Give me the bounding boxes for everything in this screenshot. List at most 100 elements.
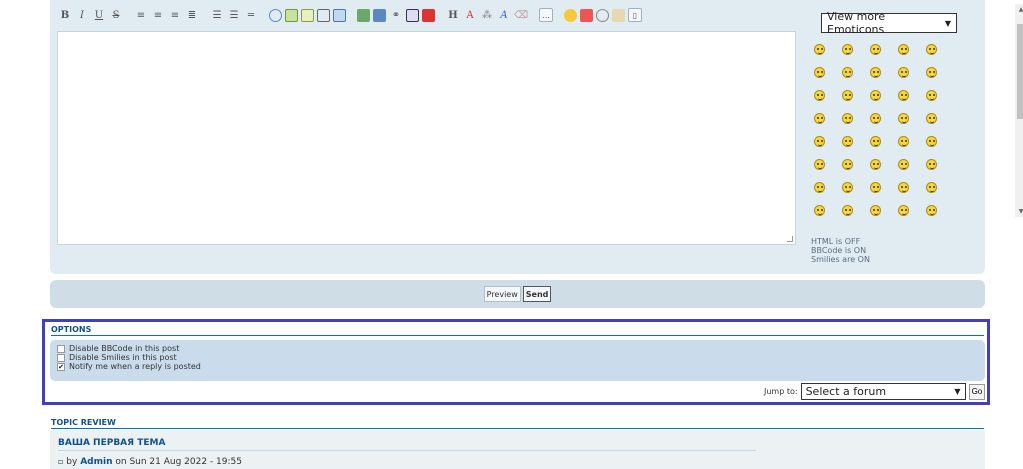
post-title[interactable]: ВАША ПЕРВАЯ ТЕМА bbox=[58, 438, 165, 448]
smiley-icon[interactable] bbox=[926, 90, 937, 101]
post-divider bbox=[58, 450, 756, 451]
by-label: by bbox=[66, 457, 78, 467]
notify-checkbox[interactable]: ✔ bbox=[57, 362, 65, 371]
option-notify[interactable]: ✔ Notify me when a reply is posted bbox=[57, 362, 985, 371]
strike-icon[interactable]: S bbox=[109, 8, 123, 22]
source-icon[interactable]: ▯ bbox=[628, 8, 642, 22]
smiley-icon[interactable] bbox=[870, 159, 881, 170]
table-icon[interactable] bbox=[333, 8, 346, 22]
preview-button[interactable]: Preview bbox=[483, 286, 521, 302]
disable-bbcode-checkbox[interactable] bbox=[57, 344, 65, 353]
clear-icon[interactable]: ⌫ bbox=[514, 8, 528, 22]
smiley-icon[interactable] bbox=[870, 182, 881, 193]
heading-icon[interactable]: H bbox=[446, 8, 460, 22]
post-meta: ▫ by Admin on Sun 21 Aug 2022 - 19:55 bbox=[58, 457, 242, 467]
number-list-icon[interactable]: ☰ bbox=[227, 8, 241, 22]
bbcode-status: BBCode is ON bbox=[811, 246, 867, 255]
smiley-icon[interactable] bbox=[898, 44, 909, 55]
editor-status: HTML is OFF BBCode is ON Smilies are ON bbox=[811, 237, 870, 264]
align-right-icon[interactable]: ≡ bbox=[168, 8, 182, 22]
smiley-icon[interactable] bbox=[870, 67, 881, 78]
link-icon[interactable]: ⚭ bbox=[389, 8, 403, 22]
align-center-icon[interactable]: ≡ bbox=[151, 8, 165, 22]
align-left-icon[interactable]: ≡ bbox=[134, 8, 148, 22]
spoiler-icon[interactable] bbox=[301, 8, 314, 22]
smiley-icon[interactable] bbox=[814, 113, 825, 124]
smiley-icon[interactable] bbox=[814, 90, 825, 101]
smiley-icon[interactable] bbox=[898, 113, 909, 124]
smiley-icon[interactable] bbox=[926, 44, 937, 55]
hide-icon[interactable] bbox=[317, 8, 330, 22]
smiley-icon[interactable] bbox=[898, 159, 909, 170]
message-textarea[interactable] bbox=[57, 31, 796, 245]
smiley-icon[interactable] bbox=[926, 182, 937, 193]
smiley-icon[interactable] bbox=[870, 205, 881, 216]
smiley-icon[interactable] bbox=[870, 113, 881, 124]
smiley-icon[interactable] bbox=[926, 159, 937, 170]
smiley-icon[interactable] bbox=[814, 159, 825, 170]
smiley-icon[interactable] bbox=[814, 182, 825, 193]
embed-icon[interactable] bbox=[406, 8, 419, 22]
more-icon[interactable]: … bbox=[539, 8, 553, 22]
copy-icon[interactable] bbox=[612, 8, 625, 22]
smiley-icon[interactable] bbox=[842, 136, 853, 147]
smiley-icon[interactable] bbox=[814, 44, 825, 55]
smiley-icon[interactable] bbox=[564, 8, 577, 22]
highlight-icon[interactable]: ⁂ bbox=[480, 8, 494, 22]
smiley-icon[interactable] bbox=[870, 90, 881, 101]
justify-icon[interactable]: ≣ bbox=[185, 8, 199, 22]
smiley-icon[interactable] bbox=[898, 90, 909, 101]
smiley-icon[interactable] bbox=[842, 113, 853, 124]
smiley-icon[interactable] bbox=[926, 136, 937, 147]
smiley-icon[interactable] bbox=[842, 90, 853, 101]
option-disable-bbcode[interactable]: Disable BBCode in this post bbox=[57, 344, 985, 353]
smiley-icon[interactable] bbox=[814, 136, 825, 147]
smiley-icon[interactable] bbox=[842, 44, 853, 55]
smiley-icon[interactable] bbox=[898, 182, 909, 193]
smiley-icon[interactable] bbox=[870, 44, 881, 55]
author-link[interactable]: Admin bbox=[80, 457, 112, 467]
color-icon[interactable]: A bbox=[463, 8, 477, 22]
smiley-icon[interactable] bbox=[814, 67, 825, 78]
scroll-thumb[interactable] bbox=[1017, 24, 1023, 119]
code-icon[interactable] bbox=[285, 8, 298, 22]
smiley-icon[interactable] bbox=[926, 205, 937, 216]
scroll-up-icon[interactable]: ▲ bbox=[1015, 6, 1023, 13]
smiley-icon[interactable] bbox=[842, 67, 853, 78]
italic-icon[interactable]: I bbox=[75, 8, 89, 22]
date-icon[interactable] bbox=[580, 8, 593, 22]
smiley-icon[interactable] bbox=[842, 159, 853, 170]
chevron-down-icon: ▼ bbox=[954, 387, 961, 396]
smiley-icon[interactable] bbox=[926, 113, 937, 124]
upload-icon[interactable] bbox=[373, 8, 386, 22]
emoticons-scrollbar[interactable]: ▲ ▼ bbox=[1015, 4, 1023, 217]
resize-handle[interactable] bbox=[787, 236, 793, 242]
smiley-icon[interactable] bbox=[814, 205, 825, 216]
image-icon[interactable] bbox=[357, 8, 370, 22]
scroll-down-icon[interactable]: ▼ bbox=[1015, 208, 1023, 215]
smiley-icon[interactable] bbox=[842, 205, 853, 216]
smiley-icon[interactable] bbox=[926, 67, 937, 78]
smiley-icon[interactable] bbox=[870, 136, 881, 147]
disable-smilies-checkbox[interactable] bbox=[57, 353, 65, 362]
emoticons-select[interactable]: View more Emoticons ▼ bbox=[821, 10, 957, 36]
option-disable-smilies[interactable]: Disable Smilies in this post bbox=[57, 353, 985, 362]
quote-icon[interactable] bbox=[269, 8, 282, 22]
send-button[interactable]: Send bbox=[522, 286, 552, 302]
underline-icon[interactable]: U bbox=[92, 8, 106, 22]
forum-select[interactable]: Select a forum ▼ bbox=[800, 383, 966, 400]
smiley-icon[interactable] bbox=[898, 136, 909, 147]
hr-icon[interactable]: ═ bbox=[244, 8, 258, 22]
youtube-icon[interactable] bbox=[422, 8, 435, 22]
bold-icon[interactable]: B bbox=[58, 8, 72, 22]
submit-bar: Preview Send bbox=[50, 280, 985, 308]
smiley-icon[interactable] bbox=[898, 67, 909, 78]
smilies-status: Smilies are ON bbox=[811, 255, 870, 264]
editor-panel: B I U S ≡ ≡ ≡ ≣ ☰ ☰ ═ ⚭ H A ⁂ A ⌫ … ▯ Vi… bbox=[50, 0, 1023, 274]
other-icon[interactable] bbox=[596, 8, 609, 22]
font-icon[interactable]: A bbox=[497, 8, 511, 22]
smiley-icon[interactable] bbox=[898, 205, 909, 216]
bullet-list-icon[interactable]: ☰ bbox=[210, 8, 224, 22]
go-button[interactable]: Go bbox=[968, 383, 986, 400]
smiley-icon[interactable] bbox=[842, 182, 853, 193]
